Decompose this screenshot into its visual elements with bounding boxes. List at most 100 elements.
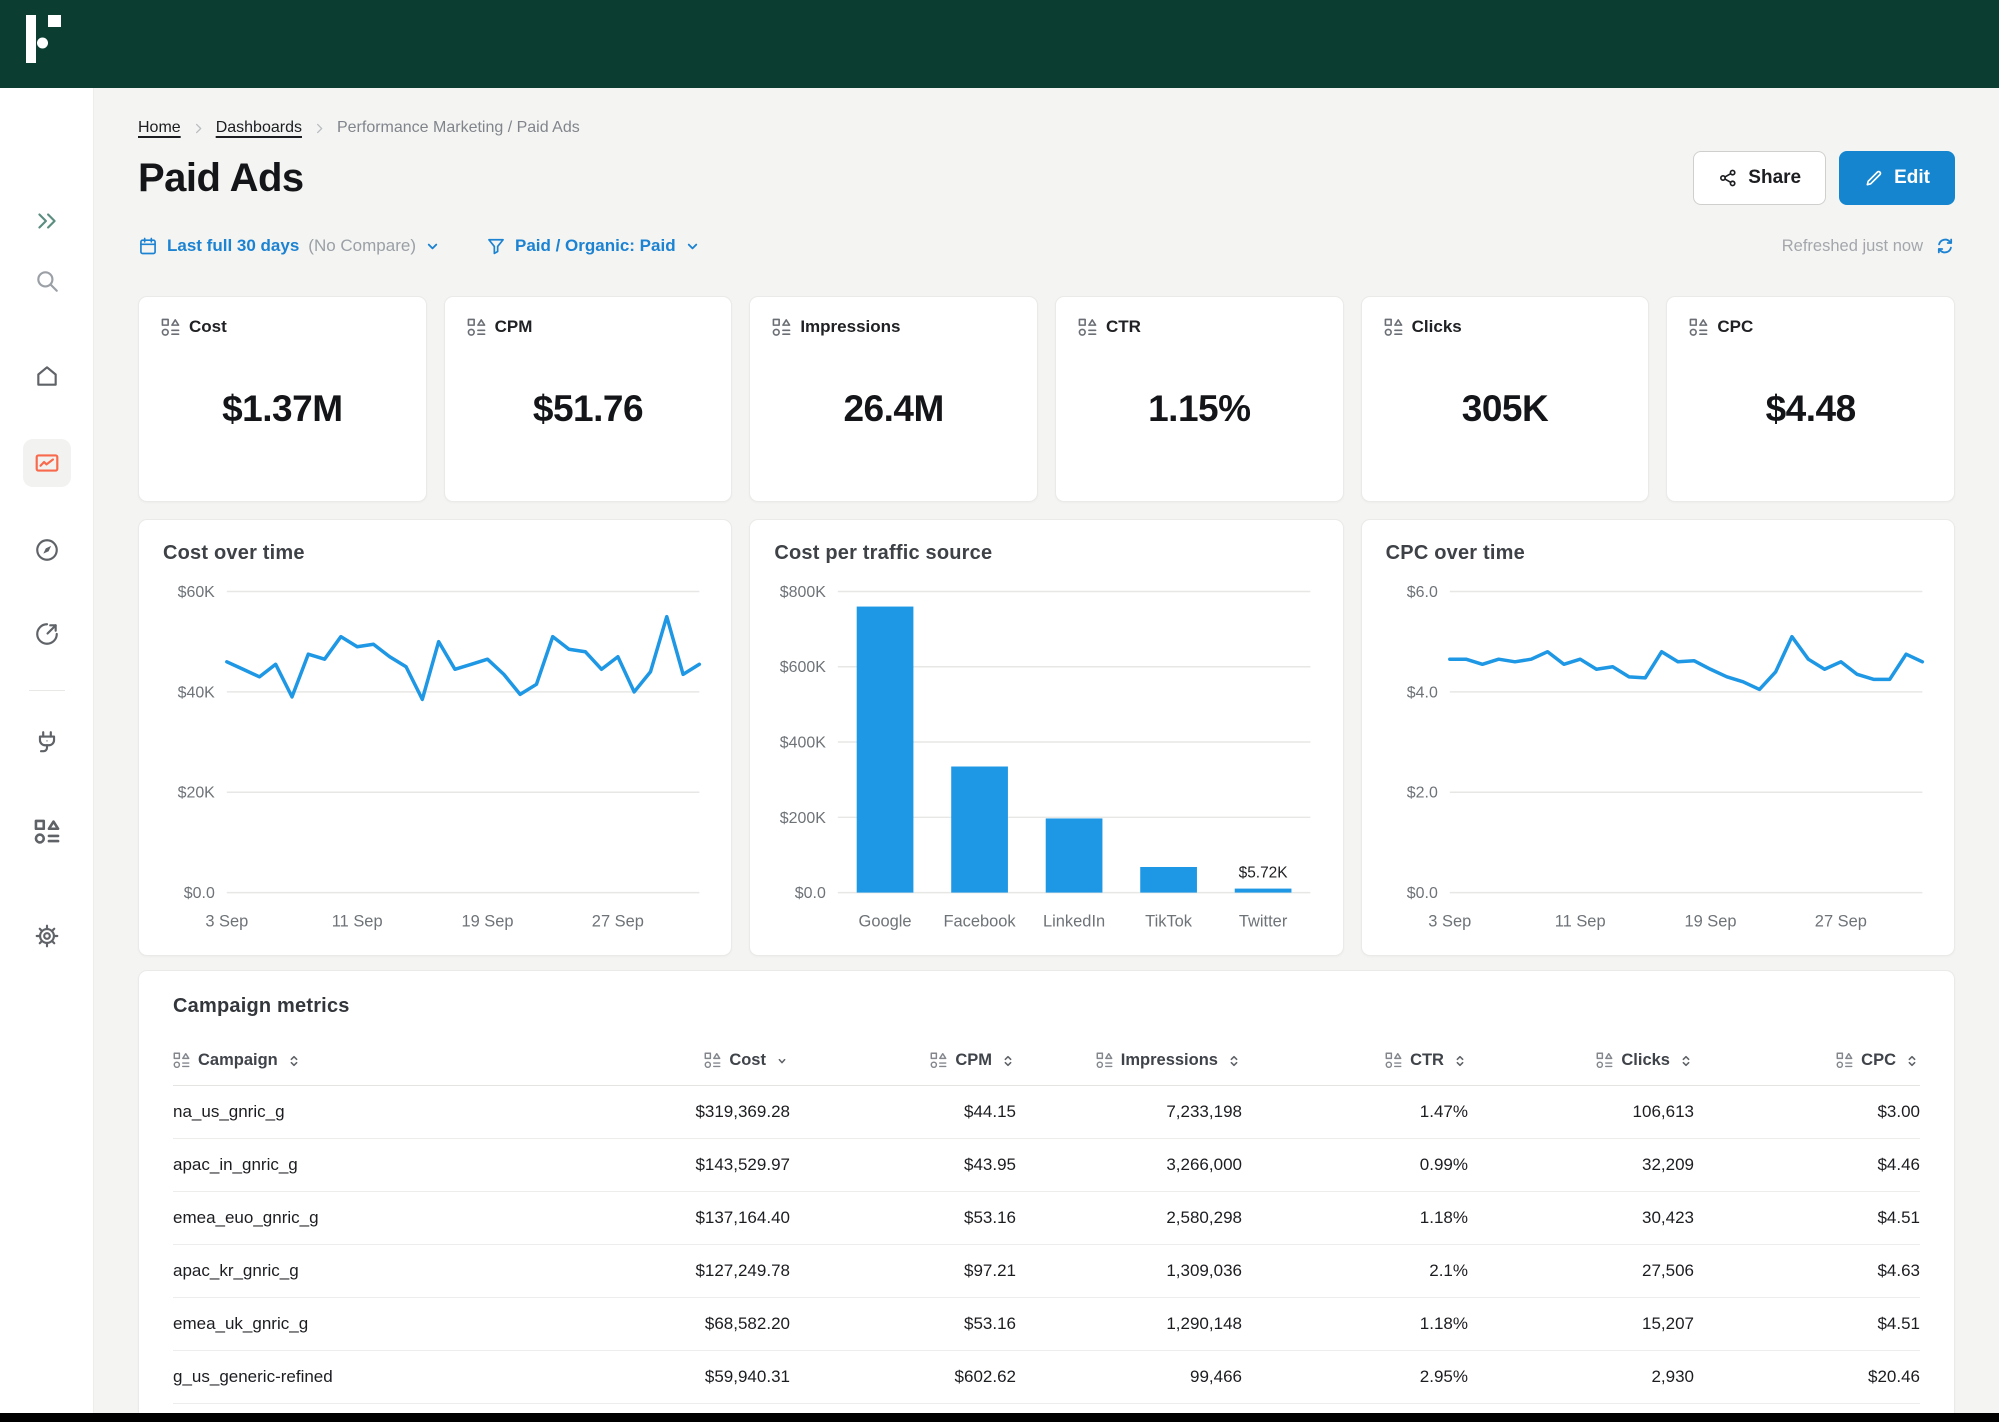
svg-text:$5.72K: $5.72K <box>1239 865 1289 882</box>
svg-text:$0.0: $0.0 <box>795 885 826 902</box>
cost-per-traffic-source-chart[interactable]: $0.0$200K$400K$600K$800KGoogleFacebookLi… <box>774 575 1318 939</box>
column-header-cost[interactable]: Cost <box>564 1051 790 1070</box>
table-row[interactable]: g_us_generic-refined$59,940.31$602.6299,… <box>173 1351 1920 1404</box>
date-range-value: Last full 30 days <box>167 236 299 256</box>
cell-ctr: 1.47% <box>1242 1102 1468 1122</box>
cell-cpm: $97.21 <box>790 1261 1016 1281</box>
column-header-impressions[interactable]: Impressions <box>1016 1051 1242 1070</box>
cell-campaign: apac_in_gnric_g <box>173 1155 564 1175</box>
svg-text:$20K: $20K <box>178 785 216 802</box>
cell-campaign: na_us_gnric_g <box>173 1102 564 1122</box>
kpi-card-ctr[interactable]: CTR 1.15% <box>1055 296 1344 502</box>
chart-title: Cost over time <box>163 542 707 565</box>
sidebar-item-collapse-sidebar[interactable] <box>23 197 71 245</box>
cell-ctr: 0.99% <box>1242 1155 1468 1175</box>
svg-text:19 Sep: 19 Sep <box>461 912 513 930</box>
sidebar-item-home[interactable] <box>23 352 71 400</box>
sidebar-item-metrics-views[interactable] <box>23 808 71 856</box>
cost-over-time-chart[interactable]: $0.0$20K$40K$60K3 Sep11 Sep19 Sep27 Sep <box>163 575 707 939</box>
svg-text:$0.0: $0.0 <box>184 885 215 902</box>
cell-cpm: $44.15 <box>790 1102 1016 1122</box>
chevron-down-icon <box>425 239 440 254</box>
cell-campaign: apac_kr_gnric_g <box>173 1261 564 1281</box>
cell-impressions: 2,580,298 <box>1016 1208 1242 1228</box>
sidebar-item-external-link[interactable] <box>23 610 71 658</box>
metrics-icon <box>772 318 791 337</box>
sidebar-item-connectors[interactable] <box>23 718 71 766</box>
metrics-icon <box>1096 1052 1113 1069</box>
sidebar-item-settings[interactable] <box>23 912 71 960</box>
table-body: na_us_gnric_g$319,369.28$44.157,233,1981… <box>173 1086 1920 1404</box>
metrics-icon <box>161 318 180 337</box>
kpi-card-impressions[interactable]: Impressions 26.4M <box>749 296 1038 502</box>
kpi-card-cost[interactable]: Cost $1.37M <box>138 296 427 502</box>
pencil-icon <box>1864 168 1884 188</box>
table-row[interactable]: apac_kr_gnric_g$127,249.78$97.211,309,03… <box>173 1245 1920 1298</box>
svg-text:$40K: $40K <box>178 684 216 701</box>
svg-text:27 Sep: 27 Sep <box>1814 912 1866 930</box>
cell-campaign: g_us_generic-refined <box>173 1367 564 1387</box>
goto-icon <box>34 621 60 647</box>
cell-clicks: 2,930 <box>1468 1367 1694 1387</box>
chart-title: Cost per traffic source <box>774 542 1318 565</box>
column-header-clicks[interactable]: Clicks <box>1468 1051 1694 1070</box>
column-label: Cost <box>729 1051 766 1070</box>
sidebar-item-dashboards[interactable] <box>23 439 71 487</box>
sidebar <box>0 88 94 1422</box>
svg-text:$600K: $600K <box>780 659 826 676</box>
date-range-filter[interactable]: Last full 30 days (No Compare) <box>138 236 440 256</box>
metrics-icon <box>467 318 486 337</box>
page-title: Paid Ads <box>138 156 304 201</box>
metrics-icon <box>704 1052 721 1069</box>
sort-both-icon <box>1452 1053 1468 1069</box>
sidebar-item-explore[interactable] <box>23 526 71 574</box>
table-row[interactable]: apac_in_gnric_g$143,529.97$43.953,266,00… <box>173 1139 1920 1192</box>
column-label: Impressions <box>1121 1051 1218 1070</box>
chevron-right-icon <box>312 121 327 136</box>
column-label: Campaign <box>198 1051 278 1070</box>
sidebar-item-search[interactable] <box>23 257 71 305</box>
table-row[interactable]: na_us_gnric_g$319,369.28$44.157,233,1981… <box>173 1086 1920 1139</box>
cell-cost: $127,249.78 <box>564 1261 790 1281</box>
column-header-ctr[interactable]: CTR <box>1242 1051 1468 1070</box>
kpi-value: 26.4M <box>843 388 943 430</box>
cell-cpc: $4.46 <box>1694 1155 1920 1175</box>
breadcrumb-dashboards-link[interactable]: Dashboards <box>216 119 302 137</box>
kpi-value: 1.15% <box>1148 388 1250 430</box>
svg-text:Facebook: Facebook <box>944 912 1017 930</box>
chart-icon <box>34 450 60 476</box>
column-header-campaign[interactable]: Campaign <box>173 1051 564 1070</box>
svg-text:LinkedIn: LinkedIn <box>1043 912 1105 930</box>
chevron-down-icon <box>685 239 700 254</box>
kpi-value: $4.48 <box>1766 388 1856 430</box>
campaign-metrics-table: Campaign metrics CampaignCostCPMImpressi… <box>138 970 1955 1422</box>
cpc-over-time-chart[interactable]: $0.0$2.0$4.0$6.03 Sep11 Sep19 Sep27 Sep <box>1386 575 1930 939</box>
column-header-cpc[interactable]: CPC <box>1694 1051 1920 1070</box>
compass-icon <box>34 537 60 563</box>
kpi-label: Impressions <box>800 317 900 337</box>
svg-text:$400K: $400K <box>780 735 826 752</box>
column-header-cpm[interactable]: CPM <box>790 1051 1016 1070</box>
refresh-button[interactable] <box>1935 236 1955 256</box>
share-button[interactable]: Share <box>1693 151 1826 205</box>
rill-logo-icon[interactable] <box>26 15 62 65</box>
breadcrumb-home-link[interactable]: Home <box>138 119 181 137</box>
table-row[interactable]: emea_euo_gnric_g$137,164.40$53.162,580,2… <box>173 1192 1920 1245</box>
metrics-icon <box>173 1052 190 1069</box>
table-row[interactable]: emea_uk_gnric_g$68,582.20$53.161,290,148… <box>173 1298 1920 1351</box>
main-content: Home Dashboards Performance Marketing / … <box>94 88 1999 1422</box>
edit-button[interactable]: Edit <box>1839 151 1955 205</box>
cell-clicks: 30,423 <box>1468 1208 1694 1228</box>
kpi-card-cpm[interactable]: CPM $51.76 <box>444 296 733 502</box>
collapse-icon <box>34 208 60 234</box>
sort-both-icon <box>1904 1053 1920 1069</box>
kpi-value: $1.37M <box>222 388 342 430</box>
column-label: CPM <box>955 1051 992 1070</box>
dimension-filter[interactable]: Paid / Organic: Paid <box>486 236 700 256</box>
kpi-card-clicks[interactable]: Clicks 305K <box>1361 296 1650 502</box>
svg-text:Twitter: Twitter <box>1239 912 1288 930</box>
cell-campaign: emea_euo_gnric_g <box>173 1208 564 1228</box>
kpi-card-cpc[interactable]: CPC $4.48 <box>1666 296 1955 502</box>
metrics-icon <box>930 1052 947 1069</box>
svg-text:$4.0: $4.0 <box>1406 684 1437 701</box>
